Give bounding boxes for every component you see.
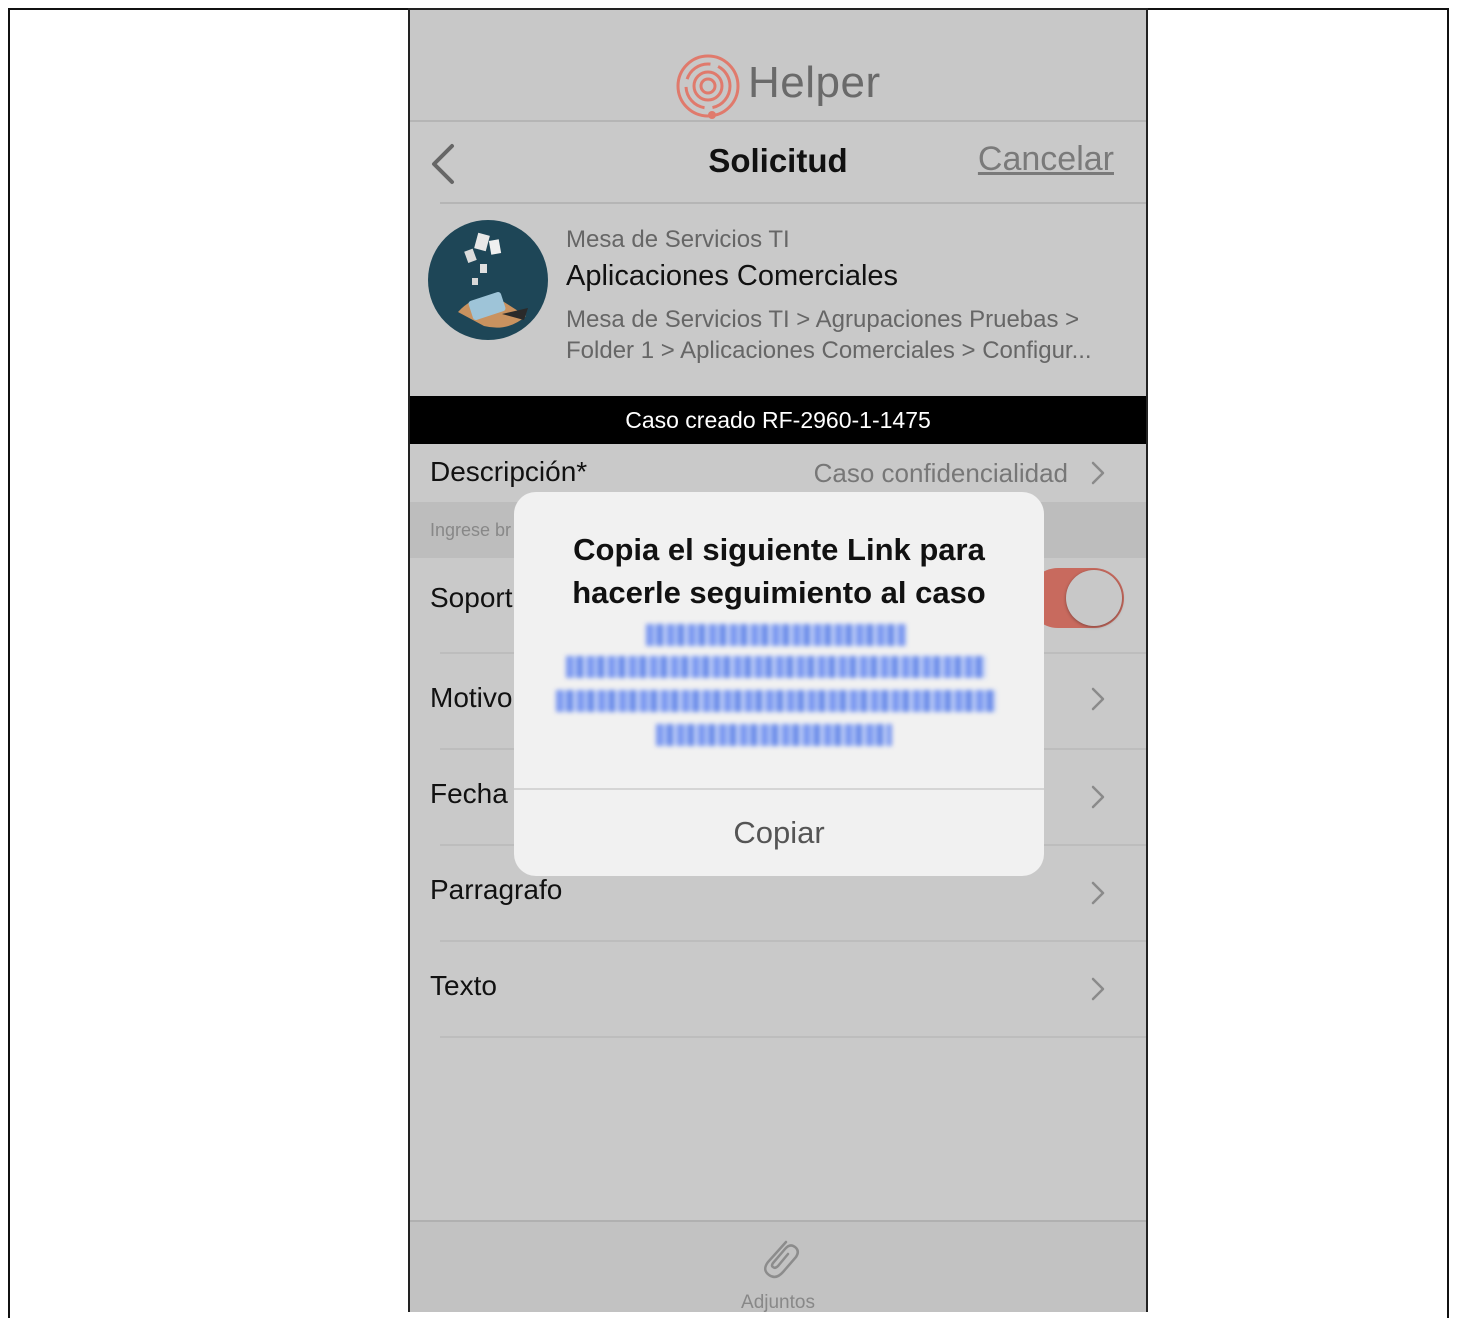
service-name: Aplicaciones Comerciales xyxy=(566,260,899,292)
toggle-knob xyxy=(1066,570,1122,626)
service-info: Mesa de Servicios TI Aplicaciones Comerc… xyxy=(410,204,1146,394)
field-label: Descripción* xyxy=(430,456,588,487)
paperclip-icon[interactable] xyxy=(756,1232,802,1282)
field-label: Soport xyxy=(430,582,513,613)
field-texto[interactable]: Texto xyxy=(410,942,1146,1038)
description-placeholder: Ingrese br xyxy=(430,520,512,540)
blurred-text-line xyxy=(566,656,986,678)
phone-screen: Helper Solicitud Cancelar Mesa de Servic… xyxy=(408,8,1148,1312)
chevron-right-icon xyxy=(1091,977,1105,1001)
chevron-right-icon xyxy=(1091,881,1105,905)
blurred-text-line xyxy=(556,690,996,712)
copy-link-dialog: Copia el siguiente Link para hacerle seg… xyxy=(514,492,1044,876)
field-label: Texto xyxy=(430,970,497,1001)
field-label: Parragrafo xyxy=(430,874,563,905)
copy-button[interactable]: Copiar xyxy=(514,790,1044,876)
service-illustration-icon xyxy=(458,232,528,328)
field-label: Fecha xyxy=(430,778,508,809)
service-path-line: Folder 1 > Aplicaciones Comerciales > Co… xyxy=(566,337,1092,364)
chevron-right-icon xyxy=(1091,687,1105,711)
bottom-toolbar: Adjuntos xyxy=(410,1220,1146,1312)
blurred-tracking-link xyxy=(554,620,1004,750)
navbar: Solicitud Cancelar xyxy=(410,124,1146,202)
blurred-text-line xyxy=(656,724,892,746)
service-path-line: Mesa de Servicios TI > Agrupaciones Prue… xyxy=(566,306,1080,333)
cancel-button[interactable]: Cancelar xyxy=(978,140,1114,179)
app-header: Helper xyxy=(410,10,1146,122)
chevron-right-icon xyxy=(1091,461,1105,485)
app-logo-text: Helper xyxy=(748,58,881,107)
service-path: Mesa de Servicios TI > Agrupaciones Prue… xyxy=(566,304,1126,366)
blurred-text-line xyxy=(646,624,906,646)
chevron-right-icon xyxy=(1091,785,1105,809)
field-value: Caso confidencialidad xyxy=(813,458,1068,488)
case-created-toast: Caso creado RF-2960-1-1475 xyxy=(410,396,1146,444)
service-group: Mesa de Servicios TI xyxy=(566,226,790,253)
helper-logo-icon xyxy=(676,54,740,119)
field-label: Motivo xyxy=(430,682,513,713)
divider xyxy=(440,1036,1146,1038)
attachments-label[interactable]: Adjuntos xyxy=(410,1292,1146,1312)
dialog-title: Copia el siguiente Link para hacerle seg… xyxy=(572,532,986,610)
service-avatar xyxy=(428,220,548,340)
